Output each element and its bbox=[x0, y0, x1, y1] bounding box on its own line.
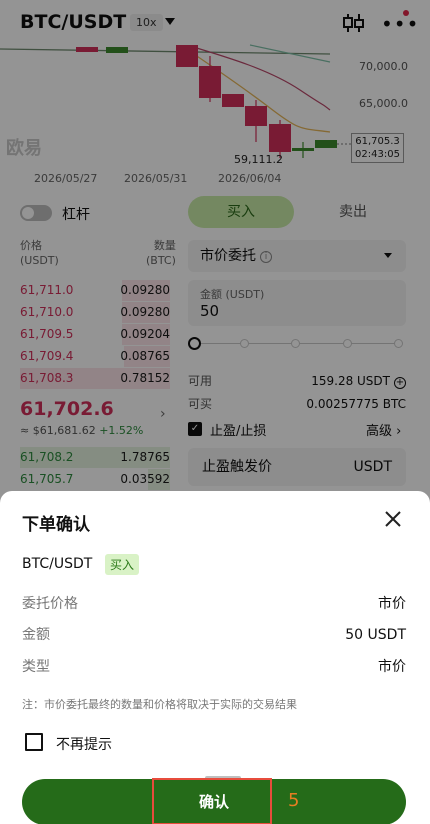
detail-value: 市价 bbox=[378, 596, 406, 612]
detail-label: 金额 bbox=[22, 627, 50, 643]
detail-label: 类型 bbox=[22, 659, 50, 675]
annotation-step-number: 5 bbox=[288, 790, 300, 811]
detail-label: 委托价格 bbox=[22, 596, 78, 612]
detail-row-price: 委托价格 市价 bbox=[22, 594, 406, 614]
confirm-pair: BTC/USDT bbox=[22, 556, 93, 572]
detail-row-amount: 金额 50 USDT bbox=[22, 625, 406, 645]
market-order-note: 注：市价委托最终的数量和价格将取决于实际的交易结果 bbox=[22, 698, 297, 711]
order-confirm-sheet: 下单确认 BTC/USDT 买入 委托价格 市价 金额 50 USDT 类型 市… bbox=[0, 491, 430, 824]
dont-remind-checkbox[interactable] bbox=[25, 733, 43, 751]
sheet-title: 下单确认 bbox=[22, 515, 90, 535]
annotation-highlight-box bbox=[152, 778, 272, 824]
side-badge: 买入 bbox=[105, 554, 140, 575]
dont-remind-label[interactable]: 不再提示 bbox=[56, 734, 112, 754]
detail-row-type: 类型 市价 bbox=[22, 657, 406, 677]
detail-value: 50 USDT bbox=[345, 627, 406, 643]
close-icon[interactable] bbox=[382, 508, 404, 530]
detail-value: 市价 bbox=[378, 659, 406, 675]
